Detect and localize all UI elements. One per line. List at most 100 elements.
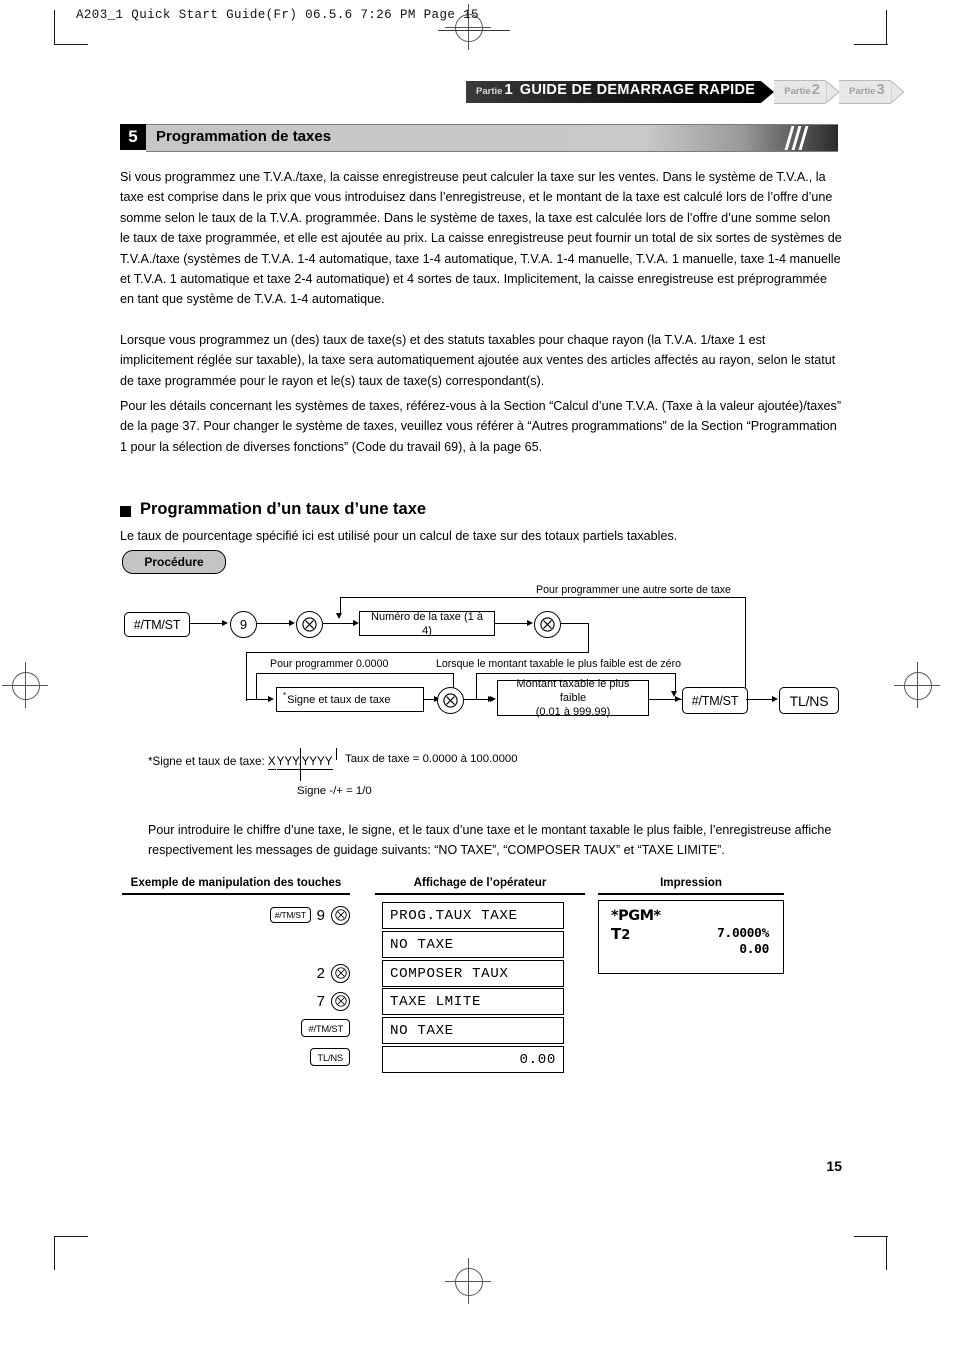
- flow-line-feedback-h: [340, 597, 746, 599]
- flow-node-sign-rate-label: Signe et taux de taxe: [287, 693, 391, 706]
- column-header-display: Affichage de l’opérateur: [413, 876, 547, 889]
- receipt-tax-label: T2: [611, 925, 630, 943]
- key-digit-7: 7: [316, 992, 325, 1010]
- section-header: 5 Programmation de taxes: [120, 124, 838, 152]
- flow-arrow-2-icon: [289, 619, 295, 626]
- key-row-2: 2: [200, 963, 350, 983]
- key-row-5: TL/NS: [200, 1047, 350, 1067]
- tab-partie-2-number: 2: [811, 81, 820, 98]
- tab-partie-2[interactable]: Partie 2: [774, 80, 839, 104]
- display-row-2-text: NO TAXE: [390, 936, 454, 953]
- paragraph-guidance-messages: Pour introduire le chiffre d’une taxe, l…: [148, 823, 832, 857]
- flow-node-nine: 9: [230, 611, 257, 638]
- footnote-rate-text: Taux de taxe = 0.0000 à 100.0000: [345, 753, 518, 765]
- multiply-icon: [540, 617, 555, 632]
- paragraph-intro: Si vous programmez une T.V.A./taxe, la c…: [120, 170, 842, 307]
- tab-partie-1[interactable]: Partie 1 GUIDE DE DEMARRAGE RAPIDE: [466, 81, 775, 103]
- paragraph-references: Pour les détails concernant les systèmes…: [120, 399, 842, 454]
- footnote-yyyy: YYY.YYYY: [276, 755, 333, 770]
- flow-node-tax-number: Numéro de la taxe (1 à 4): [359, 611, 495, 637]
- tab-partie-1-title: GUIDE DE DEMARRAGE RAPIDE: [519, 82, 756, 98]
- tab-arrow-3-icon: [890, 81, 904, 103]
- tab-partie-1-number: 1: [504, 81, 513, 98]
- section-title-bar: Programmation de taxes: [146, 124, 838, 152]
- display-row-3: COMPOSER TAUX: [382, 960, 564, 987]
- flow-bypass2-right: [674, 672, 676, 692]
- display-row-6: 0.00: [382, 1046, 564, 1073]
- display-row-5: NO TAXE: [382, 1017, 564, 1044]
- flow-line-2: [257, 623, 291, 625]
- flow-label-program-zero: Pour programmer 0.0000: [270, 658, 389, 670]
- tab-partie-3-label: Partie: [849, 86, 876, 97]
- flow-line-9: [246, 699, 270, 701]
- flow-node-sign-rate: * Signe et taux de taxe: [276, 687, 424, 712]
- part-tabs: Partie 1 GUIDE DE DEMARRAGE RAPIDE Parti…: [466, 80, 904, 104]
- footnote-prefix: *Signe et taux de taxe:: [148, 755, 265, 768]
- receipt-tax-number: 2: [621, 928, 631, 943]
- receipt-amount-value: 0.00: [739, 942, 769, 957]
- key-multiply-icon: [331, 991, 350, 1011]
- flow-line-5: [561, 623, 589, 625]
- column-rule-print: [598, 893, 784, 895]
- tab-partie-2-label: Partie: [784, 86, 811, 97]
- flow-node-tmst-1: #/TM/ST: [124, 612, 190, 637]
- registration-target-bottom: [455, 1268, 483, 1296]
- flow-bypass2-top: [476, 672, 676, 674]
- flow-line-8: [246, 651, 248, 701]
- subsection-intro: Le taux de pourcentage spécifié ici est …: [120, 529, 678, 543]
- flow-node-multiply-1: [296, 611, 323, 638]
- crop-mark-bl-v: [54, 1236, 56, 1270]
- footnote-sign-rate: *Signe et taux de taxe: XYYY.YYYY: [148, 755, 333, 770]
- subsection-heading-text: Programmation d’un taux d’une taxe: [140, 500, 427, 518]
- flow-line-13: [746, 699, 774, 701]
- flow-node-tmst-2: #/TM/ST: [682, 687, 748, 714]
- square-bullet-icon: [120, 505, 131, 517]
- flow-line-feedback-down: [340, 597, 342, 614]
- footnote-x: X: [267, 755, 276, 770]
- flow-node-min-taxable-line1: Montant taxable le plus faible: [516, 678, 630, 704]
- column-rule-keys: [122, 893, 350, 895]
- flow-arrow-4-icon: [527, 619, 533, 626]
- crop-mark-bl-h: [54, 1236, 88, 1238]
- key-digit-9: 9: [316, 906, 325, 924]
- section-slash-decoration: [784, 125, 812, 151]
- receipt-rate-value: 7.0000%: [717, 926, 769, 941]
- key-digit-2: 2: [316, 964, 325, 982]
- key-row-4: #/TM/ST: [200, 1018, 350, 1038]
- receipt-tax-letter: T: [611, 925, 622, 943]
- flow-bypass1-top: [256, 672, 454, 674]
- tab-partie-3[interactable]: Partie 3: [839, 80, 904, 104]
- flow-line-feedback-v: [745, 597, 747, 701]
- tab-arrow-1-icon: [761, 81, 775, 103]
- key-multiply-icon: [331, 963, 350, 983]
- manual-page: A203_1 Quick Start Guide(Fr) 06.5.6 7:26…: [0, 0, 954, 1351]
- multiply-icon: [443, 693, 458, 708]
- crop-mark-tr-v: [886, 10, 888, 44]
- receipt-printout: *PGM* T2 7.0000% 0.00: [598, 900, 784, 974]
- crop-mark-tl-h: [54, 44, 88, 46]
- display-row-4-text: TAXE LMITE: [390, 993, 482, 1010]
- key-tmst: #/TM/ST: [301, 1019, 350, 1037]
- column-header-keys: Exemple de manipulation des touches: [130, 876, 342, 889]
- key-multiply-icon: [331, 905, 350, 925]
- flow-label-other-tax: Pour programmer une autre sorte de taxe: [536, 584, 731, 596]
- display-row-4: TAXE LMITE: [382, 988, 564, 1015]
- flow-node-tlns: TL/NS: [779, 687, 839, 714]
- crop-mark-tr-h: [854, 44, 888, 46]
- crop-mark-br-v: [886, 1236, 888, 1270]
- flow-line-1: [190, 623, 224, 625]
- flow-line-feedback-join: [340, 623, 355, 625]
- display-row-1-text: PROG.TAUX TAXE: [390, 907, 518, 924]
- flow-arrow-8-icon: [675, 695, 681, 702]
- footnote-sign-text: Signe -/+ = 1/0: [297, 785, 372, 797]
- flow-node-multiply-3: [437, 687, 464, 714]
- section-number: 5: [120, 124, 146, 150]
- crop-mark-br-h: [854, 1236, 888, 1238]
- key-tmst: #/TM/ST: [269, 907, 311, 923]
- flow-node-min-taxable: Montant taxable le plus faible (0.01 à 9…: [497, 678, 649, 718]
- print-slug-line: A203_1 Quick Start Guide(Fr) 06.5.6 7:26…: [76, 8, 479, 22]
- multiply-icon: [302, 617, 317, 632]
- footnote-leader-x-v: [300, 748, 302, 781]
- flow-arrow-9-icon: [772, 695, 778, 702]
- flow-line-4: [495, 623, 529, 625]
